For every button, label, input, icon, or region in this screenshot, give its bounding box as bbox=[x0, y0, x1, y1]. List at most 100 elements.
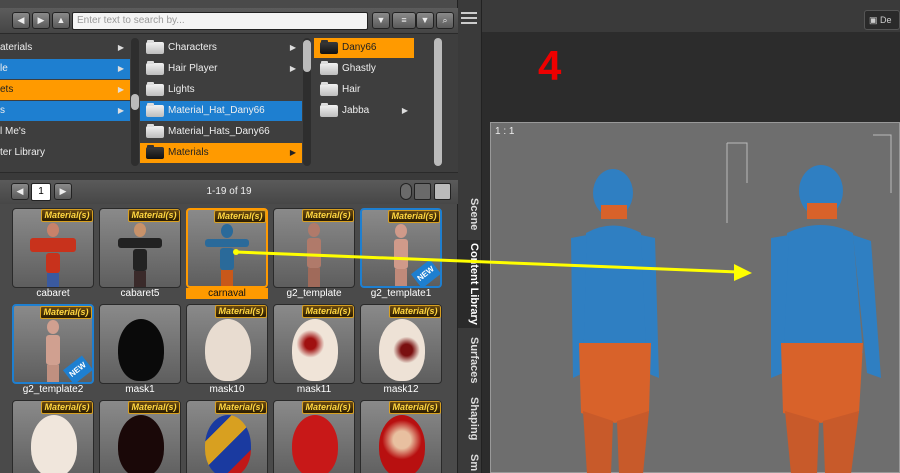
mask-thumbnail bbox=[379, 319, 425, 381]
library-toolbar: ◀ ▶ ▲ Enter text to search by... ▼ ≡ ▼ ⌕ bbox=[0, 8, 458, 34]
scrollbar-thumb[interactable] bbox=[303, 40, 311, 72]
up-arrow-icon: ▲ bbox=[56, 15, 66, 25]
folder-icon bbox=[320, 103, 338, 117]
tab-smoothing[interactable]: Sm bbox=[458, 452, 480, 473]
scrollbar[interactable] bbox=[434, 38, 442, 166]
mask-thumbnail bbox=[118, 415, 164, 473]
content-library-panel: ◀ ▶ ▲ Enter text to search by... ▼ ≡ ▼ ⌕… bbox=[0, 0, 458, 473]
icon-view-button[interactable] bbox=[414, 183, 431, 200]
scrollbar[interactable] bbox=[303, 38, 311, 166]
material-tag: Material(s) bbox=[302, 401, 354, 414]
tab-surfaces[interactable]: Surfaces bbox=[458, 334, 480, 386]
folder-item[interactable]: s ▶ bbox=[0, 101, 130, 121]
material-tag: Material(s) bbox=[302, 305, 354, 318]
thumbnail: Material(s) bbox=[99, 400, 181, 473]
content-item-cabaret5[interactable]: Material(s) cabaret5 bbox=[99, 208, 181, 299]
figure-thumbnail bbox=[30, 223, 76, 287]
content-item-g2-template[interactable]: Material(s) g2_template bbox=[273, 208, 355, 299]
folder-icon bbox=[320, 82, 338, 96]
thumbnail: Material(s) bbox=[360, 400, 442, 473]
content-item[interactable]: Material(s) bbox=[12, 400, 94, 473]
content-item-g2-template2[interactable]: Material(s) NEW g2_template2 bbox=[12, 304, 94, 395]
database-icon: ≡ bbox=[401, 15, 407, 25]
item-label: g2_template1 bbox=[370, 288, 432, 299]
zoom-stepper[interactable] bbox=[400, 183, 412, 200]
menu-icon[interactable] bbox=[461, 12, 477, 24]
step-number: 4 bbox=[538, 42, 562, 89]
figure-1 bbox=[571, 169, 659, 473]
item-label: cabaret5 bbox=[120, 288, 160, 299]
folder-item[interactable]: Hair bbox=[314, 80, 414, 100]
chevron-right-icon: ▶ bbox=[289, 64, 296, 73]
3d-viewport[interactable]: 1 : 1 bbox=[490, 122, 900, 473]
content-item-mask1[interactable]: mask1 bbox=[99, 304, 181, 395]
folder-item[interactable]: Material_Hat_Dany66 bbox=[140, 101, 302, 121]
tab-shaping[interactable]: Shaping bbox=[458, 396, 480, 442]
folder-icon bbox=[146, 103, 164, 117]
material-tag: Material(s) bbox=[40, 306, 92, 319]
folder-item[interactable]: l Me's bbox=[0, 122, 130, 142]
list-view-button[interactable] bbox=[434, 183, 451, 200]
chevron-right-icon: ▶ bbox=[117, 106, 124, 115]
thumbnail: Material(s) bbox=[99, 208, 181, 288]
folder-item[interactable]: Ghastly bbox=[314, 59, 414, 79]
scrollbar-thumb[interactable] bbox=[131, 94, 139, 110]
folder-item[interactable]: Characters ▶ bbox=[140, 38, 302, 58]
search-options-button[interactable]: ▼ bbox=[372, 12, 390, 29]
folder-item[interactable]: Lights bbox=[140, 80, 302, 100]
thumbnail: Material(s) bbox=[186, 400, 268, 473]
database-button[interactable]: ≡ bbox=[392, 12, 416, 29]
folder-item[interactable]: ter Library bbox=[0, 143, 130, 163]
chevron-right-icon: ▶ bbox=[117, 85, 124, 94]
scrollbar[interactable] bbox=[131, 38, 139, 166]
content-item-mask11[interactable]: Material(s) mask11 bbox=[273, 304, 355, 395]
up-button[interactable]: ▲ bbox=[52, 12, 70, 29]
content-item-mask12[interactable]: Material(s) mask12 bbox=[360, 304, 442, 395]
material-tag: Material(s) bbox=[128, 401, 180, 414]
folder-item[interactable]: aterials ▶ bbox=[0, 38, 130, 58]
folder-icon bbox=[146, 124, 164, 138]
material-tag: Material(s) bbox=[214, 210, 266, 223]
content-item[interactable]: Material(s) bbox=[273, 400, 355, 473]
material-tag: Material(s) bbox=[389, 401, 441, 414]
material-tag: Material(s) bbox=[215, 305, 267, 318]
item-label: mask1 bbox=[125, 384, 155, 395]
aspect-ratio-label: 1 : 1 bbox=[495, 126, 515, 137]
content-item-carnaval[interactable]: Material(s) carnaval bbox=[186, 208, 268, 299]
scrollbar-thumb[interactable] bbox=[434, 38, 442, 166]
folder-item[interactable]: Material_Hats_Dany66 bbox=[140, 122, 302, 142]
scene-figures bbox=[571, 134, 892, 473]
folder-item[interactable]: Hair Player ▶ bbox=[140, 59, 302, 79]
mask-thumbnail bbox=[118, 319, 164, 381]
folder-item[interactable]: ets ▶ bbox=[0, 80, 130, 100]
content-item[interactable]: Material(s) bbox=[360, 400, 442, 473]
thumbnail: Material(s) bbox=[273, 208, 355, 288]
forward-button[interactable]: ▶ bbox=[32, 12, 50, 29]
content-item-cabaret[interactable]: Material(s) cabaret bbox=[12, 208, 94, 299]
back-button[interactable]: ◀ bbox=[12, 12, 30, 29]
search-button[interactable]: ⌕ bbox=[436, 12, 454, 29]
content-item[interactable]: Material(s) bbox=[99, 400, 181, 473]
content-grid: Material(s) cabaret Material(s) cabaret5… bbox=[12, 208, 444, 473]
folder-item[interactable]: Dany66 bbox=[314, 38, 414, 58]
content-item-mask10[interactable]: Material(s) mask10 bbox=[186, 304, 268, 395]
database-dropdown[interactable]: ▼ bbox=[416, 12, 434, 29]
folder-icon bbox=[146, 40, 164, 54]
search-input[interactable]: Enter text to search by... bbox=[72, 12, 368, 30]
tab-content-library[interactable]: Content Library bbox=[458, 240, 480, 328]
thumbnail: Material(s) bbox=[186, 208, 268, 288]
folder-item[interactable]: Jabba ▶ bbox=[314, 101, 414, 121]
folder-item[interactable]: le ▶ bbox=[0, 59, 130, 79]
folder-item[interactable]: Materials ▶ bbox=[140, 143, 302, 163]
item-label: mask11 bbox=[296, 384, 332, 395]
thumbnail: Material(s) bbox=[186, 304, 268, 384]
content-item-g2-template1[interactable]: Material(s) NEW g2_template1 bbox=[360, 208, 442, 299]
figure-thumbnail bbox=[46, 320, 60, 382]
pane-splitter[interactable] bbox=[0, 172, 458, 180]
content-item[interactable]: Material(s) bbox=[186, 400, 268, 473]
tab-scene[interactable]: Scene bbox=[458, 192, 480, 236]
new-badge: NEW bbox=[63, 355, 92, 382]
figure-thumbnail bbox=[205, 224, 249, 286]
default-camera-button[interactable]: ▣ De bbox=[864, 10, 900, 30]
folder-icon bbox=[146, 61, 164, 75]
